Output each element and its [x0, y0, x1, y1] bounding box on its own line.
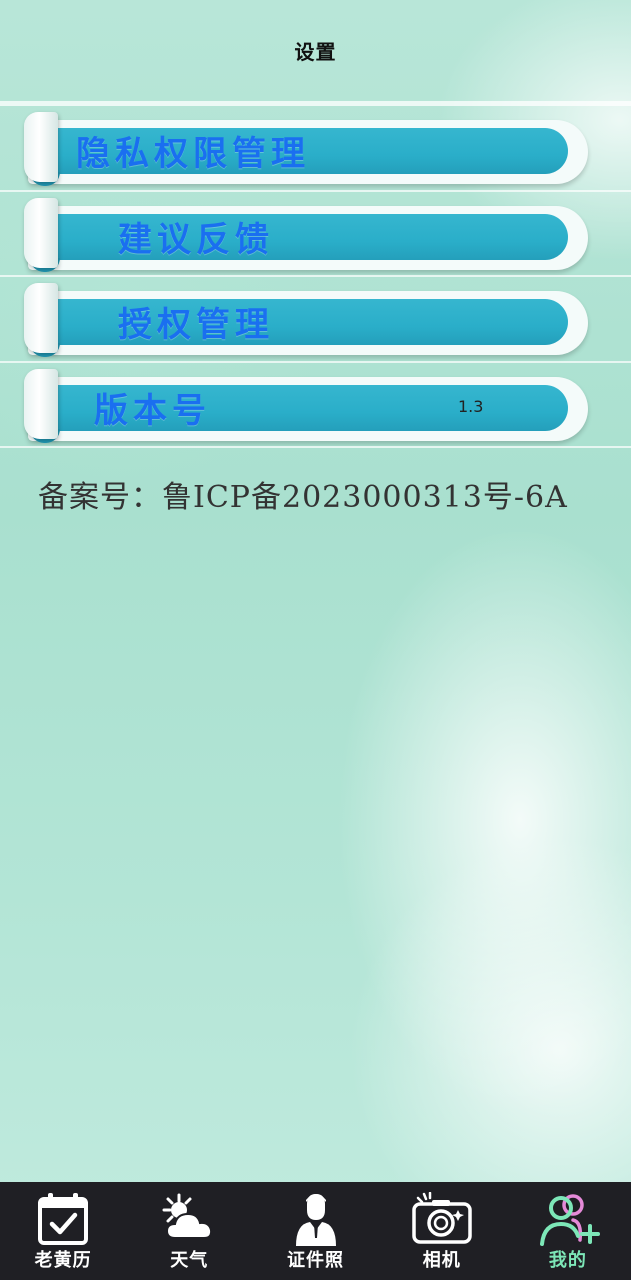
bottom-tab-bar: 老黄历 天气 证件照 相机 我的: [0, 1182, 631, 1280]
menu-item-label: 授权管理: [118, 305, 274, 345]
ribbon-curl: [24, 283, 58, 353]
tab-mine[interactable]: 我的: [505, 1182, 631, 1280]
tab-weather[interactable]: 天气: [126, 1182, 252, 1280]
menu-item-version[interactable]: 版本号 1.3: [0, 363, 631, 447]
calendar-check-icon: [38, 1193, 89, 1245]
menu-item-authorization[interactable]: 授权管理: [0, 277, 631, 361]
icp-record-text: 备案号：鲁ICP备2023000313号-6A: [38, 480, 568, 515]
ribbon-curl: [24, 369, 58, 439]
tab-label: 相机: [422, 1250, 461, 1271]
menu-item-feedback[interactable]: 建议反馈: [0, 192, 631, 276]
users-add-icon: [539, 1194, 600, 1246]
tab-id-photo[interactable]: 证件照: [252, 1182, 378, 1280]
page-title: 设置: [294, 40, 337, 64]
tab-camera[interactable]: 相机: [379, 1182, 505, 1280]
ribbon-curl: [24, 112, 58, 182]
camera-icon: [411, 1192, 472, 1244]
ribbon-curl: [24, 198, 58, 268]
row-divider: [0, 446, 631, 448]
tab-label: 证件照: [287, 1250, 344, 1271]
settings-screen: 设置 隐私权限管理 建议反馈 授权管理 版本号 1.3 备案号：鲁ICP备202…: [0, 0, 631, 1280]
id-photo-person-icon: [295, 1194, 336, 1246]
tab-label: 天气: [170, 1250, 209, 1271]
tab-almanac[interactable]: 老黄历: [0, 1182, 126, 1280]
weather-sun-cloud-icon: [162, 1193, 213, 1239]
menu-item-label: 隐私权限管理: [76, 134, 310, 174]
menu-item-privacy-permissions[interactable]: 隐私权限管理: [0, 106, 631, 190]
menu-item-label: 建议反馈: [118, 220, 274, 260]
version-number: 1.3: [458, 397, 484, 416]
tab-label: 老黄历: [34, 1250, 92, 1271]
tab-label: 我的: [548, 1250, 587, 1271]
menu-item-label: 版本号: [94, 391, 211, 431]
